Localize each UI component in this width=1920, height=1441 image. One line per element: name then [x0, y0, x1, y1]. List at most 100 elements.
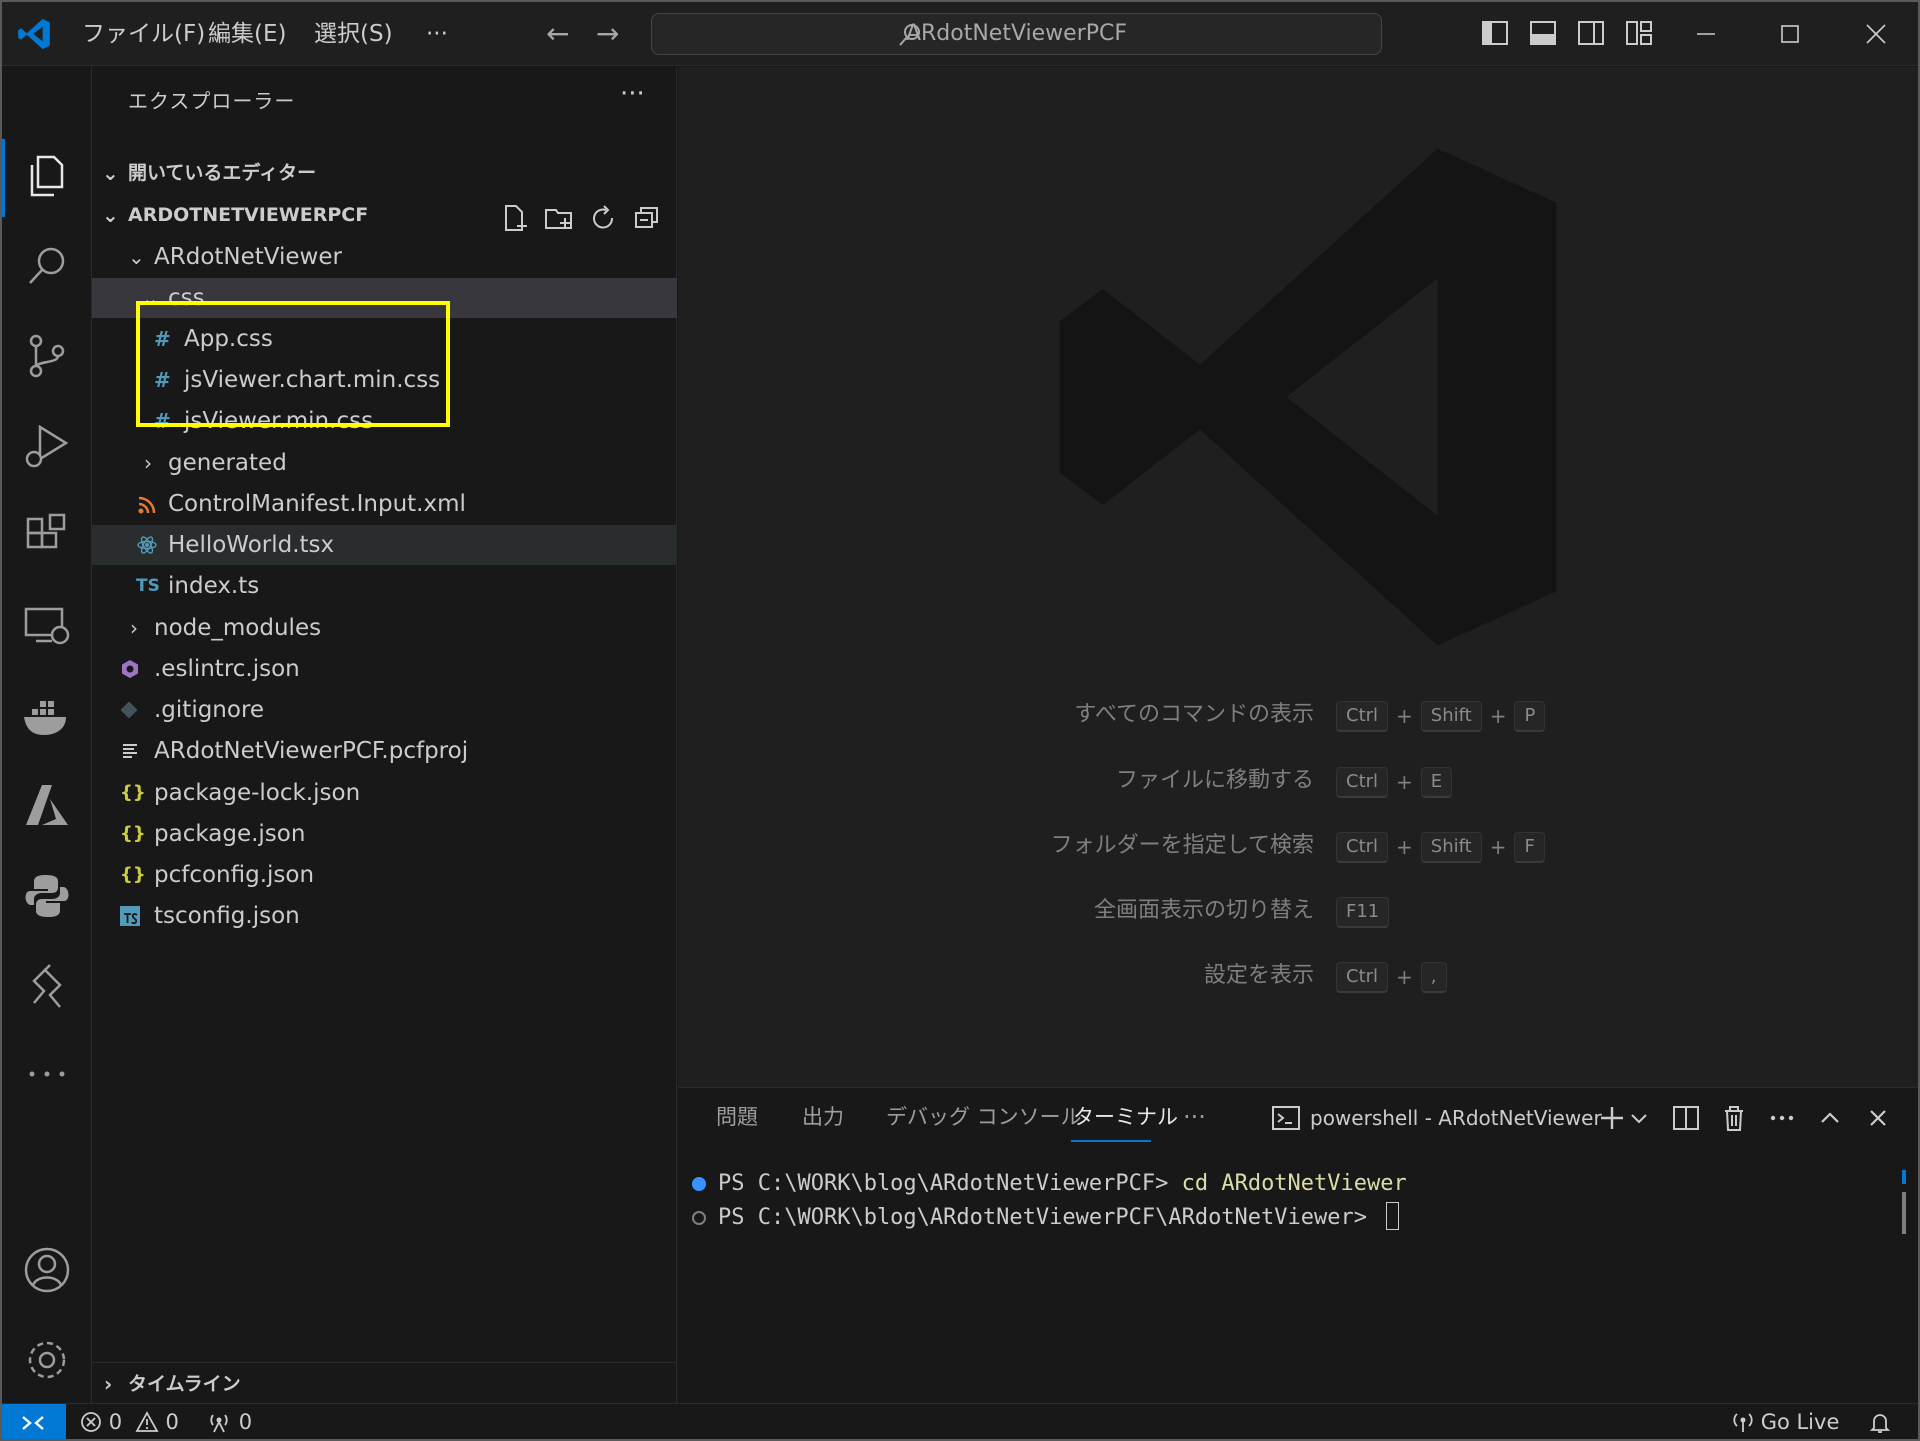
ports-indicator[interactable]: 0 — [206, 1404, 252, 1439]
terminal-icon — [1272, 1106, 1300, 1130]
toggle-secondary-sidebar-icon[interactable] — [1576, 18, 1606, 48]
vscode-window: ファイル(F) 編集(E) 選択(S) ··· ← → ARdotNetView… — [0, 0, 1920, 1441]
toggle-primary-sidebar-icon[interactable] — [1480, 18, 1510, 48]
status-bar: 0 0 0 Go Live — [2, 1403, 1918, 1439]
more-actions-icon[interactable] — [1766, 1102, 1798, 1134]
new-file-icon[interactable] — [500, 203, 530, 233]
accounts-icon[interactable] — [20, 1243, 74, 1297]
activity-bar — [2, 67, 92, 1403]
docker-icon[interactable] — [20, 689, 74, 743]
tab-output[interactable]: 出力 — [802, 1088, 844, 1146]
forward-button[interactable]: → — [596, 16, 619, 52]
tree-folder-ardotnetviewer[interactable]: ⌄ ARdotNetViewer — [92, 237, 677, 277]
tab-terminal[interactable]: ターミナル — [1073, 1088, 1178, 1146]
customize-layout-icon[interactable] — [1624, 18, 1654, 48]
search-view-icon[interactable] — [20, 239, 74, 293]
sidebar-more-button[interactable]: ··· — [620, 79, 645, 109]
azure-icon[interactable] — [20, 779, 74, 833]
new-folder-icon[interactable] — [544, 203, 574, 233]
shortcut-go-to-file: ファイルに移動する Ctrl + E — [678, 763, 1918, 799]
explorer-icon[interactable] — [20, 149, 74, 203]
close-icon[interactable] — [1858, 16, 1894, 52]
close-panel-icon[interactable] — [1862, 1102, 1894, 1134]
error-icon — [81, 1412, 101, 1432]
tab-debug-console[interactable]: デバッグ コンソール — [886, 1088, 1082, 1146]
command-center-search[interactable]: ARdotNetViewerPCF — [651, 13, 1382, 55]
remote-indicator[interactable] — [2, 1404, 66, 1439]
terminal-selector[interactable]: powershell - ARdotNetViewer — [1310, 1102, 1602, 1134]
run-debug-icon[interactable] — [20, 419, 74, 473]
extensions-icon[interactable] — [20, 509, 74, 563]
key-cap: Ctrl — [1336, 961, 1389, 993]
key-cap: E — [1420, 766, 1453, 798]
tree-folder-node-modules[interactable]: › node_modules — [92, 608, 677, 648]
back-button[interactable]: ← — [546, 16, 569, 52]
tree-file-controlmanifest[interactable]: ControlManifest.Input.xml — [92, 484, 677, 524]
tree-file-index-ts[interactable]: TS index.ts — [92, 566, 677, 606]
chevron-right-icon: › — [144, 451, 152, 475]
refresh-icon[interactable] — [588, 203, 618, 233]
bell-icon[interactable] — [1868, 1411, 1892, 1435]
shortcut-keys: Ctrl + Shift + P — [1336, 700, 1546, 732]
timeline-section[interactable]: › タイムライン — [92, 1362, 677, 1404]
menu-more[interactable]: ··· — [426, 16, 448, 52]
key-cap: Ctrl — [1336, 766, 1389, 798]
remote-explorer-icon[interactable] — [20, 599, 74, 653]
menu-edit[interactable]: 編集(E) — [208, 16, 286, 52]
shortcut-label: フォルダーを指定して検索 — [1050, 833, 1314, 858]
tree-file-gitignore[interactable]: .gitignore — [92, 690, 677, 730]
power-platform-icon[interactable] — [20, 959, 74, 1013]
trash-icon[interactable] — [1718, 1102, 1750, 1134]
more-views-icon[interactable] — [20, 1047, 74, 1101]
tree-file-pcfconfig[interactable]: {} pcfconfig.json — [92, 855, 677, 895]
plus-sign: + — [1396, 704, 1413, 728]
maximize-icon[interactable] — [1772, 16, 1808, 52]
tree-item-label: pcfconfig.json — [154, 862, 315, 888]
project-section[interactable]: ⌄ ARDOTNETVIEWERPCF — [92, 195, 677, 235]
terminal-line[interactable]: PS C:\WORK\blog\ARdotNetViewerPCF\ARdotN… — [692, 1202, 1400, 1234]
tree-file-package-json[interactable]: {} package.json — [92, 814, 677, 854]
tree-item-label: node_modules — [154, 615, 322, 641]
rss-icon — [138, 496, 156, 514]
key-cap: Shift — [1420, 700, 1482, 732]
tree-item-label: generated — [168, 450, 287, 476]
broadcast-icon — [210, 1414, 228, 1433]
new-terminal-icon[interactable] — [1596, 1102, 1628, 1134]
vscode-watermark-icon — [1059, 148, 1557, 646]
tree-folder-generated[interactable]: › generated — [92, 443, 677, 483]
tree-file-helloworld-tsx[interactable]: HelloWorld.tsx — [92, 525, 677, 565]
plus-sign: + — [1489, 835, 1507, 859]
tree-file-package-lock[interactable]: {} package-lock.json — [92, 773, 677, 813]
maximize-panel-icon[interactable] — [1814, 1102, 1846, 1134]
source-control-icon[interactable] — [20, 329, 74, 383]
active-tab-underline — [1071, 1140, 1151, 1142]
open-editors-section[interactable]: ⌄ 開いているエディター — [92, 153, 677, 193]
tab-problems[interactable]: 問題 — [716, 1088, 758, 1146]
open-editors-label: 開いているエディター — [128, 162, 317, 184]
tree-item-label: ControlManifest.Input.xml — [168, 491, 466, 517]
split-terminal-icon[interactable] — [1670, 1102, 1702, 1134]
tree-file-pcfproj[interactable]: ARdotNetViewerPCF.pcfproj — [92, 731, 677, 771]
chevron-down-icon[interactable] — [1628, 1102, 1650, 1134]
tree-item-label: ARdotNetViewerPCF.pcfproj — [154, 738, 469, 764]
problems-indicator[interactable]: 0 0 — [80, 1404, 179, 1439]
go-live-button[interactable]: Go Live — [1732, 1404, 1839, 1439]
tree-item-label: package.json — [154, 821, 306, 847]
bottom-panel: 問題 出力 デバッグ コンソール ターミナル ··· powershell - … — [678, 1087, 1918, 1403]
minimize-icon[interactable] — [1688, 16, 1724, 52]
key-cap: Ctrl — [1336, 700, 1389, 732]
key-cap: , — [1420, 961, 1447, 993]
settings-gear-icon[interactable] — [20, 1333, 74, 1387]
tree-file-tsconfig[interactable]: tsconfig.json — [92, 896, 677, 936]
menu-selection[interactable]: 選択(S) — [314, 16, 393, 52]
menu-file[interactable]: ファイル(F) — [82, 16, 205, 52]
timeline-label: タイムライン — [128, 1373, 241, 1395]
terminal-scrollbar[interactable] — [1902, 1192, 1906, 1234]
python-icon[interactable] — [20, 869, 74, 923]
tree-file-eslintrc[interactable]: .eslintrc.json — [92, 649, 677, 689]
toggle-panel-icon[interactable] — [1528, 18, 1558, 48]
collapse-all-icon[interactable] — [632, 203, 662, 233]
tab-more[interactable]: ··· — [1183, 1088, 1206, 1146]
shortcut-find-in-folder: フォルダーを指定して検索 Ctrl + Shift + F — [678, 828, 1918, 864]
tree-item-label: index.ts — [168, 573, 260, 599]
